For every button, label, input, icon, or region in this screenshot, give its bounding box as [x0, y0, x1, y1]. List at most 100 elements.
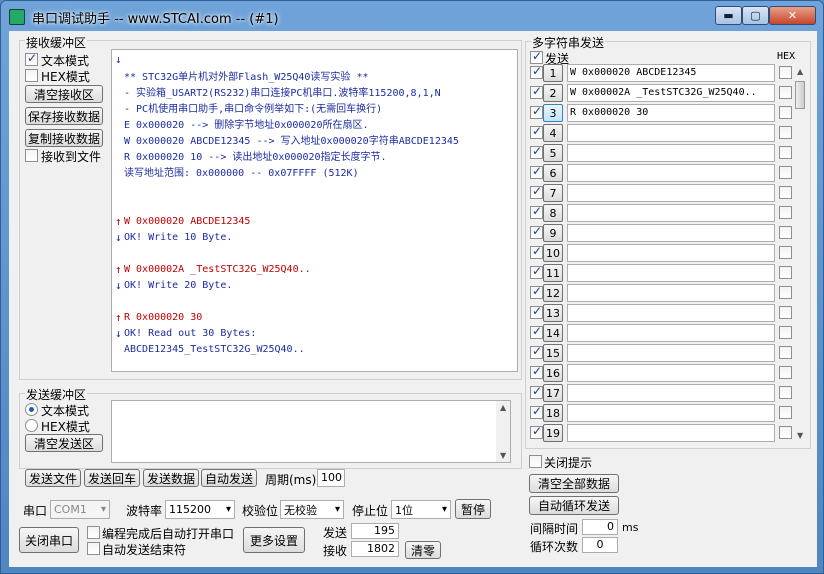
- multi-row-hex-checkbox[interactable]: [779, 306, 792, 319]
- multi-row-input[interactable]: R 0x000020 30: [567, 104, 775, 122]
- multi-row-send-button[interactable]: 5: [543, 144, 563, 162]
- receive-to-file-checkbox[interactable]: [25, 149, 38, 162]
- multi-row-hex-checkbox[interactable]: [779, 86, 792, 99]
- multi-row-send-button[interactable]: 19: [543, 424, 563, 442]
- multi-row-checkbox[interactable]: [530, 384, 543, 399]
- multi-row-checkbox[interactable]: [530, 124, 543, 139]
- multi-row-input[interactable]: [567, 264, 775, 282]
- multi-row-input[interactable]: [567, 184, 775, 202]
- auto-open-port-checkbox[interactable]: [87, 526, 100, 539]
- port-select[interactable]: COM1: [50, 500, 110, 519]
- multi-row-checkbox[interactable]: [530, 244, 543, 259]
- multi-row-checkbox[interactable]: [530, 424, 543, 439]
- scroll-down-icon[interactable]: ▼: [500, 451, 506, 460]
- multi-row-send-button[interactable]: 9: [543, 224, 563, 242]
- multi-row-hex-checkbox[interactable]: [779, 266, 792, 279]
- multi-row-send-button[interactable]: 7: [543, 184, 563, 202]
- multi-row-hex-checkbox[interactable]: [779, 166, 792, 179]
- multi-row-send-button[interactable]: 4: [543, 124, 563, 142]
- multi-row-checkbox[interactable]: [530, 324, 543, 339]
- receive-textarea[interactable]: ↓ ** STC32G单片机对外部Flash_W25Q40读写实验 ** - 实…: [111, 49, 518, 372]
- send-scrollbar[interactable]: ▲ ▼: [496, 401, 510, 462]
- save-receive-button[interactable]: 保存接收数据: [25, 107, 103, 125]
- multi-row-input[interactable]: [567, 244, 775, 262]
- scroll-thumb[interactable]: [795, 81, 805, 109]
- multi-row-send-button[interactable]: 17: [543, 384, 563, 402]
- multi-row-checkbox[interactable]: [530, 284, 543, 299]
- send-data-button[interactable]: 发送数据: [143, 469, 199, 487]
- send-cr-button[interactable]: 发送回车: [84, 469, 140, 487]
- scroll-down-icon[interactable]: ▼: [797, 431, 803, 440]
- multi-row-input[interactable]: [567, 284, 775, 302]
- multi-row-send-button[interactable]: 15: [543, 344, 563, 362]
- multi-row-hex-checkbox[interactable]: [779, 106, 792, 119]
- multi-row-input[interactable]: W 0x000020 ABCDE12345: [567, 64, 775, 82]
- multi-row-checkbox[interactable]: [530, 64, 543, 79]
- multi-row-input[interactable]: [567, 164, 775, 182]
- scroll-up-icon[interactable]: ▲: [797, 67, 803, 76]
- multi-row-input[interactable]: [567, 404, 775, 422]
- multi-row-checkbox[interactable]: [530, 204, 543, 219]
- multi-row-hex-checkbox[interactable]: [779, 386, 792, 399]
- multi-row-input[interactable]: [567, 384, 775, 402]
- multi-row-send-button[interactable]: 1: [543, 64, 563, 82]
- send-file-button[interactable]: 发送文件: [25, 469, 81, 487]
- multi-row-send-button[interactable]: 6: [543, 164, 563, 182]
- close-port-button[interactable]: 关闭串口: [19, 527, 79, 553]
- pause-button[interactable]: 暂停: [455, 499, 491, 519]
- close-button[interactable]: ✕: [769, 6, 816, 25]
- auto-loop-send-button[interactable]: 自动循环发送: [529, 496, 619, 515]
- multi-row-input[interactable]: [567, 204, 775, 222]
- parity-select[interactable]: 无校验: [280, 500, 344, 519]
- multi-row-checkbox[interactable]: [530, 144, 543, 159]
- auto-end-checkbox[interactable]: [87, 542, 100, 555]
- multi-row-hex-checkbox[interactable]: [779, 126, 792, 139]
- clear-counts-button[interactable]: 清零: [405, 541, 441, 559]
- close-hint-checkbox[interactable]: [529, 455, 542, 468]
- multi-row-hex-checkbox[interactable]: [779, 146, 792, 159]
- multi-row-send-button[interactable]: 8: [543, 204, 563, 222]
- multi-row-checkbox[interactable]: [530, 184, 543, 199]
- recv-hex-mode-checkbox[interactable]: [25, 69, 38, 82]
- multi-row-hex-checkbox[interactable]: [779, 366, 792, 379]
- multi-row-hex-checkbox[interactable]: [779, 226, 792, 239]
- multi-row-checkbox[interactable]: [530, 364, 543, 379]
- send-textarea[interactable]: ▲ ▼: [111, 400, 511, 463]
- multi-row-hex-checkbox[interactable]: [779, 206, 792, 219]
- multi-row-send-button[interactable]: 12: [543, 284, 563, 302]
- maximize-button[interactable]: ▢: [742, 6, 769, 25]
- loop-count-input[interactable]: 0: [582, 537, 618, 553]
- recv-text-mode-checkbox[interactable]: [25, 51, 38, 66]
- multi-row-input[interactable]: [567, 364, 775, 382]
- multi-row-hex-checkbox[interactable]: [779, 246, 792, 259]
- multi-row-checkbox[interactable]: [530, 304, 543, 319]
- multi-row-send-button[interactable]: 18: [543, 404, 563, 422]
- multi-row-input[interactable]: [567, 344, 775, 362]
- period-input[interactable]: 100: [317, 469, 345, 487]
- multi-row-hex-checkbox[interactable]: [779, 286, 792, 299]
- multi-row-input[interactable]: [567, 224, 775, 242]
- multi-row-input[interactable]: [567, 124, 775, 142]
- more-settings-button[interactable]: 更多设置: [243, 527, 305, 553]
- multi-row-send-button[interactable]: 14: [543, 324, 563, 342]
- multi-row-checkbox[interactable]: [530, 344, 543, 359]
- send-hex-mode-radio[interactable]: [25, 419, 38, 432]
- multi-row-checkbox[interactable]: [530, 264, 543, 279]
- auto-send-button[interactable]: 自动发送: [201, 469, 257, 487]
- multi-row-send-button[interactable]: 16: [543, 364, 563, 382]
- send-text-mode-radio[interactable]: [25, 403, 38, 416]
- multi-row-checkbox[interactable]: [530, 224, 543, 239]
- multi-row-checkbox[interactable]: [530, 404, 543, 419]
- interval-input[interactable]: 0: [582, 519, 618, 535]
- multi-row-send-button[interactable]: 3: [543, 104, 563, 122]
- multi-row-input[interactable]: [567, 304, 775, 322]
- baud-select[interactable]: 115200: [165, 500, 235, 519]
- clear-receive-button[interactable]: 清空接收区: [25, 85, 103, 103]
- stop-bits-select[interactable]: 1位: [391, 500, 451, 519]
- multi-row-checkbox[interactable]: [530, 104, 543, 119]
- multi-row-hex-checkbox[interactable]: [779, 406, 792, 419]
- multi-send-scrollbar[interactable]: ▲ ▼: [793, 65, 808, 443]
- multi-row-input[interactable]: [567, 424, 775, 442]
- minimize-button[interactable]: ▬: [715, 6, 742, 25]
- multi-row-input[interactable]: W 0x00002A _TestSTC32G_W25Q40..: [567, 84, 775, 102]
